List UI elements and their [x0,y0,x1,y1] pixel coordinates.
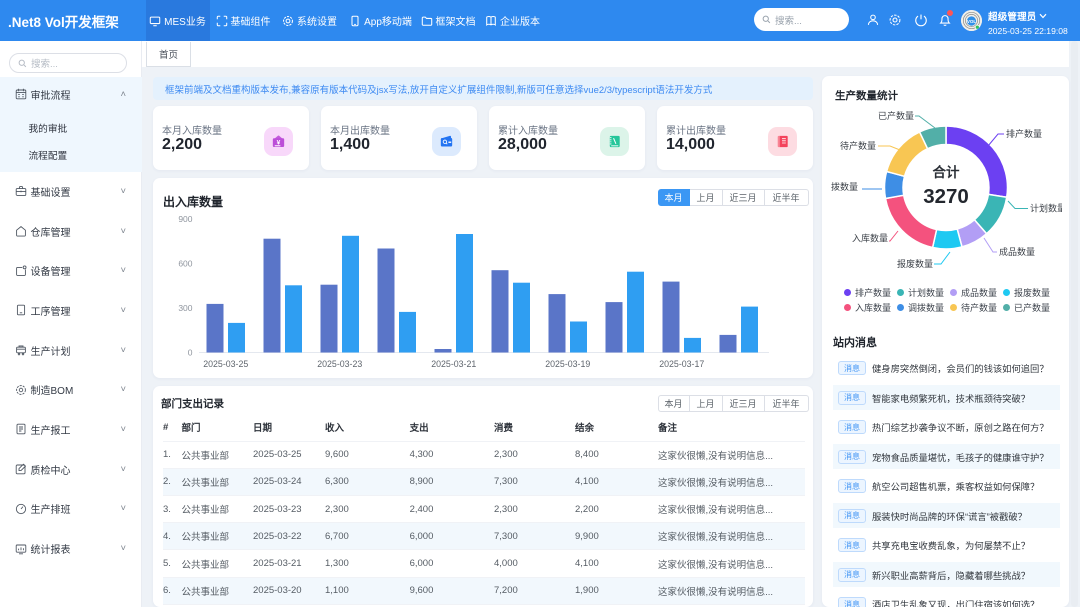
svg-text:排产数量: 排产数量 [1006,128,1042,139]
svg-text:VOL: VOL [967,19,977,24]
svg-text:已产数量: 已产数量 [878,110,914,121]
svg-text:2025-03-25: 2025-03-25 [203,359,248,369]
svg-text:2025-03-21: 2025-03-21 [431,359,476,369]
svg-text:2025-03-17: 2025-03-17 [659,359,704,369]
svg-text:成品数量: 成品数量 [999,246,1035,257]
svg-text:计划数量: 计划数量 [1030,203,1062,214]
svg-text:2025-03-23: 2025-03-23 [317,359,362,369]
svg-text:合计: 合计 [933,164,961,180]
svg-text:600: 600 [178,259,192,269]
svg-text:0: 0 [187,348,192,358]
svg-text:入库数量: 入库数量 [852,233,888,244]
svg-text:待产数量: 待产数量 [840,140,876,151]
svg-text:3270: 3270 [923,185,969,208]
svg-text:300: 300 [178,303,192,313]
svg-text:报废数量: 报废数量 [897,258,933,269]
svg-text:900: 900 [178,214,192,224]
svg-text:2025-03-19: 2025-03-19 [545,359,590,369]
svg-text:拨数量: 拨数量 [831,181,858,192]
